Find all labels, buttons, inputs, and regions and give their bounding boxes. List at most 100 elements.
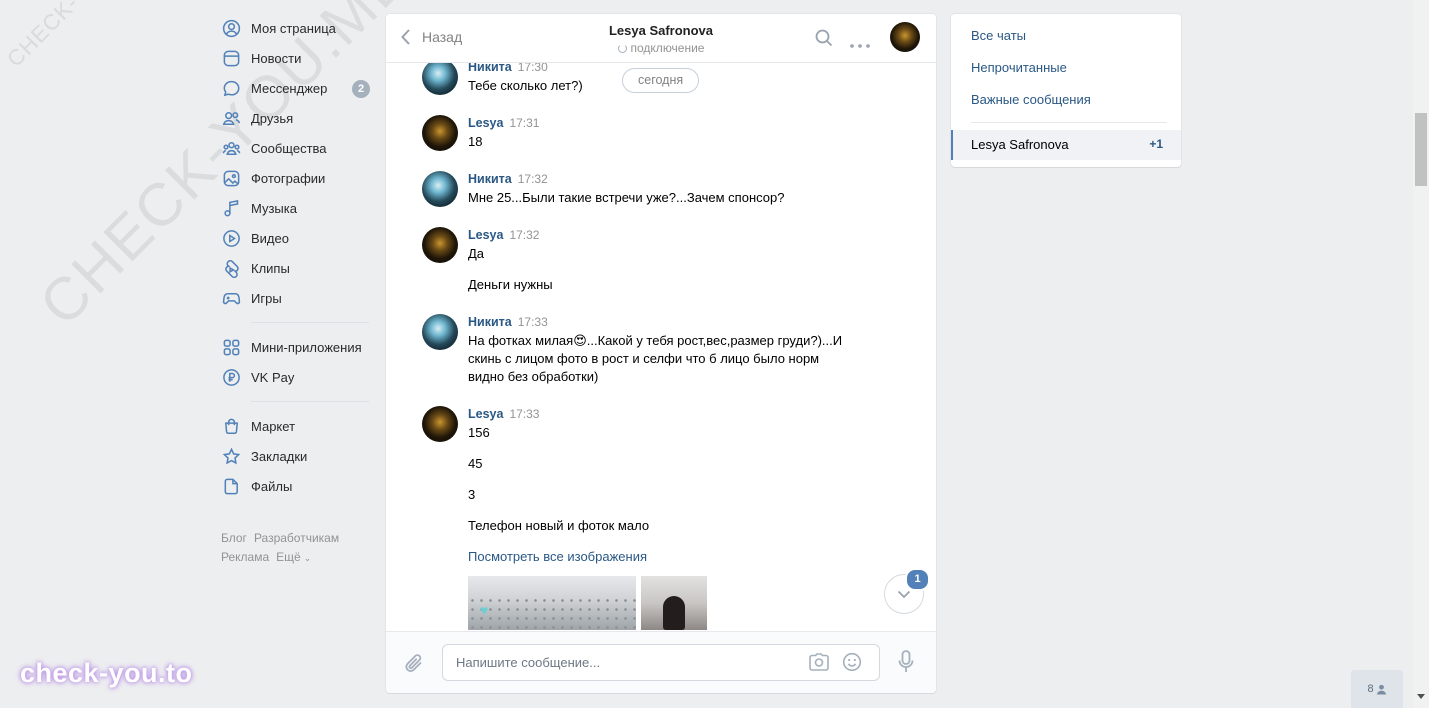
friends-icon [221,108,241,128]
message-header: Lesya 17:33 [468,406,539,421]
message-text: 18 [468,134,483,149]
communities-icon [221,138,241,158]
active-chat-item[interactable]: Lesya Safronova +1 [951,130,1181,160]
sidebar-item-my-page[interactable]: Моя страница [218,13,373,43]
sidebar-item-label: Игры [251,290,282,306]
sidebar-item-bookmarks[interactable]: Закладки [218,441,373,471]
message-time[interactable]: 17:33 [509,407,539,421]
message-time[interactable]: 17:33 [518,315,548,329]
window-scrollbar[interactable] [1413,0,1429,708]
new-messages-badge: 1 [905,568,930,591]
active-chat-unread-count: +1 [1149,137,1163,151]
sidebar-item-clips[interactable]: Клипы [218,253,373,283]
sidebar-item-video[interactable]: Видео [218,223,373,253]
image-attachments: ♥ [386,576,826,631]
view-all-images-link[interactable]: Посмотреть все изображения [468,548,862,566]
chat-header: Назад Lesya Safronova подключение [386,14,936,63]
sidebar-item-music[interactable]: Музыка [218,193,373,223]
message-author[interactable]: Никита [468,315,512,329]
scroll-down-arrow-icon[interactable] [1417,694,1425,699]
message-header: Никита 17:33 [468,314,548,329]
music-icon [221,198,241,218]
market-icon [221,416,241,436]
message-time[interactable]: 17:30 [518,63,548,74]
sidebar-item-games[interactable]: Игры [218,283,373,313]
footer-more-label: Ещё [276,550,301,564]
sidebar-item-label: Файлы [251,478,293,494]
sidebar-divider [251,401,369,402]
brand-watermark: check-you.to [20,658,193,688]
message-time[interactable]: 17:32 [518,172,548,186]
sidebar-item-market[interactable]: Маркет [218,411,373,441]
avatar[interactable] [422,171,458,207]
photos-icon [221,168,241,188]
sidebar-footer: Блог Разработчикам Реклама Ещё ⌄ [221,529,373,568]
loading-spinner-icon [617,44,627,53]
files-icon [221,476,241,496]
sidebar-item-label: Мессенджер [251,80,328,96]
message-text: Мне 25...Были такие встречи уже?...Зачем… [468,190,785,205]
message-header: Lesya 17:32 [468,227,539,242]
clips-icon [221,258,241,278]
games-icon [221,288,241,308]
search-icon[interactable] [815,29,833,50]
sidebar-item-messenger[interactable]: Мессенджер 2 [218,73,373,103]
sidebar-item-label: Новости [251,50,302,66]
sidebar-item-label: Закладки [251,448,308,464]
message-group: Lesya 17:32 Да Деньги нужны [422,227,862,297]
message-history[interactable]: Никита 17:30 Тебе сколько лет?) сегодня L… [386,63,936,631]
more-options-icon[interactable] [850,36,870,51]
message-group: Lesya 17:33 156 45 3 Телефон новый и фото… [422,406,862,631]
message-header: Lesya 17:31 [468,115,539,130]
sidebar-item-files[interactable]: Файлы [218,471,373,501]
message-group: Никита 17:32 Мне 25...Были такие встречи … [422,171,862,211]
sidebar-item-vk-pay[interactable]: VK Pay [218,362,373,392]
bookmark-icon [221,446,241,466]
message-author[interactable]: Никита [468,172,512,186]
filter-all-chats[interactable]: Все чаты [971,28,1026,43]
footer-link-blog[interactable]: Блог [221,531,247,545]
photo-thumbnail[interactable] [641,576,707,630]
photo-figure [663,596,685,630]
heart-sticker-icon: ♥ [480,602,489,618]
photo-thumbnail[interactable]: ♥ [468,576,636,630]
online-count: 8 [1367,683,1374,695]
sidebar-item-communities[interactable]: Сообщества [218,133,373,163]
message-author[interactable]: Никита [468,63,512,74]
scrollbar-thumb[interactable] [1415,113,1427,186]
message-text: 3 [468,487,476,502]
message-time[interactable]: 17:31 [509,116,539,130]
active-chat-name: Lesya Safronova [971,137,1069,152]
footer-link-more[interactable]: Ещё ⌄ [276,550,318,564]
news-icon [221,48,241,68]
avatar[interactable] [422,406,458,442]
sidebar-item-news[interactable]: Новости [218,43,373,73]
sidebar-item-friends[interactable]: Друзья [218,103,373,133]
chat-header-avatar[interactable] [890,22,920,52]
avatar[interactable] [422,63,458,95]
messenger-unread-badge: 2 [352,80,370,98]
avatar[interactable] [422,227,458,263]
message-time[interactable]: 17:32 [509,228,539,242]
message-composer [386,631,936,693]
filter-unread[interactable]: Непрочитанные [971,60,1067,75]
emoji-smile-icon[interactable] [842,652,862,675]
vkpay-icon [221,367,241,387]
filter-important[interactable]: Важные сообщения [971,92,1091,107]
chat-status-text: подключение [630,41,705,55]
paperclip-icon[interactable] [403,652,425,677]
camera-icon[interactable] [808,653,830,674]
chevron-down-icon: ⌄ [303,553,312,563]
message-author[interactable]: Lesya [468,407,503,421]
message-author[interactable]: Lesya [468,228,503,242]
message-author[interactable]: Lesya [468,116,503,130]
online-friends-button[interactable]: 8 [1351,670,1403,708]
avatar[interactable] [422,115,458,151]
sidebar-item-photos[interactable]: Фотографии [218,163,373,193]
sidebar-item-mini-apps[interactable]: Мини-приложения [218,332,373,362]
footer-link-developers[interactable]: Разработчикам [254,531,339,545]
footer-link-ads[interactable]: Реклама [221,550,269,564]
microphone-icon[interactable] [898,650,914,677]
avatar[interactable] [422,314,458,350]
chat-panel: Назад Lesya Safronova подключение Никита… [386,14,936,693]
